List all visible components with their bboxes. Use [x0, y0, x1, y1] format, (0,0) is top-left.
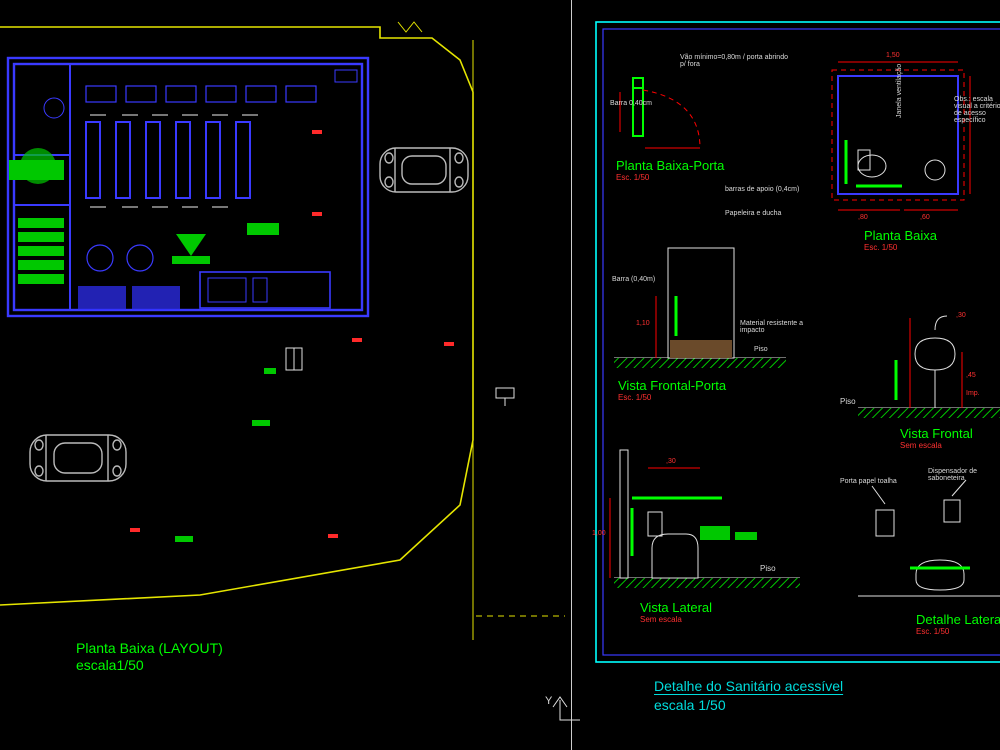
label-pb-porta-van: Vão mínimo=0,80m / porta abrindo p/ fora: [680, 54, 790, 68]
ucs-icon: [553, 697, 580, 720]
left-scale: escala1/50: [76, 657, 144, 673]
dim-vf-3: Imp.: [966, 390, 980, 397]
label-vl-piso: Piso: [760, 564, 776, 573]
label-vfp-scale: Esc. 1/50: [618, 393, 651, 402]
left-title: Planta Baixa (LAYOUT): [76, 640, 223, 656]
label-pb-porta-barra: Barra 0,40cm: [610, 100, 652, 107]
dim-vl-h: 1,00: [592, 530, 606, 537]
car-symbol: [30, 435, 126, 481]
label-pb-title: Planta Baixa: [864, 228, 937, 243]
label-vl-title: Vista Lateral: [640, 600, 712, 615]
view-planta-baixa-porta: [620, 78, 700, 148]
label-vf-scale: Sem escala: [900, 441, 942, 450]
label-dl-title: Detalhe Lateral: [916, 612, 1000, 627]
right-sanitario-detail: [596, 22, 1000, 662]
ucs-label: Y: [545, 695, 552, 707]
label-dl-n2: Dispensador de saboneteira: [928, 468, 1000, 482]
dim-vl-w: ,30: [666, 458, 676, 465]
label-vfp-piso: Piso: [754, 346, 768, 353]
dim-pb-3: ,60: [920, 214, 930, 221]
label-pb-legend1: barras de apoio (0,4cm): [725, 186, 799, 193]
label-pb-legend2: Papeleira e ducha: [725, 210, 781, 217]
label-vf-title: Vista Frontal: [900, 426, 973, 441]
dim-pb-2: ,80: [858, 214, 868, 221]
sheet-scale: escala 1/50: [654, 697, 726, 713]
car-symbol: [380, 148, 468, 192]
label-vfp-barra: Barra (0,40m): [612, 276, 655, 283]
dim-vf-1: ,30: [956, 312, 966, 319]
sheet-title: Detalhe do Sanitário acessível: [654, 678, 843, 694]
dim-pb-1: 1,50: [886, 52, 900, 59]
label-vl-scale: Sem escala: [640, 615, 682, 624]
view-vista-frontal: [858, 316, 1000, 418]
dim-vf-2: ,45: [966, 372, 976, 379]
label-pb-scale: Esc. 1/50: [864, 243, 897, 252]
left-planta-baixa-layout: [0, 22, 565, 640]
label-dl-n1: Porta papel toalha: [840, 478, 897, 485]
label-pb-porta-scale: Esc. 1/50: [616, 173, 649, 182]
label-vfp-note: Material resistente a impacto: [740, 320, 810, 334]
label-vfp-title: Vista Frontal-Porta: [618, 378, 726, 393]
label-vf-piso: Piso: [840, 397, 856, 406]
label-pb-porta-title: Planta Baixa-Porta: [616, 158, 724, 173]
label-pb-janela: Janela ventilação: [896, 64, 903, 118]
drawing-canvas: [0, 0, 1000, 750]
cad-model-space[interactable]: Planta Baixa (LAYOUT) escala1/50 Detalhe…: [0, 0, 1000, 750]
label-dl-scale: Esc. 1/50: [916, 627, 949, 636]
dim-vfp-h: 1,10: [636, 320, 650, 327]
view-detalhe-lateral: [858, 480, 1000, 596]
label-pb-obs: Obs.: escala visual a critério de acesso…: [954, 96, 1000, 124]
